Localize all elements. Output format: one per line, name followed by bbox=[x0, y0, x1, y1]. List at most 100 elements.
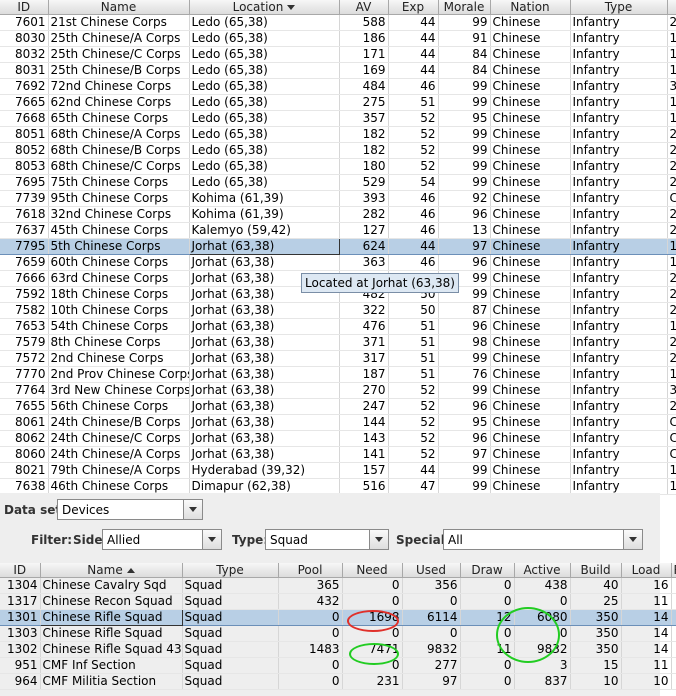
column-header-morale[interactable]: Morale bbox=[438, 0, 491, 15]
unit-row[interactable]: 8051 68th Chinese/A Corps Ledo (65,38) 182 5… bbox=[0, 126, 676, 143]
device-row[interactable]: 1301 Chinese Rifle Squad Squad 0 1698 6114 12 6… bbox=[0, 609, 676, 626]
cell-need: 0 bbox=[342, 657, 403, 674]
column-header-exp[interactable]: Exp bbox=[388, 0, 439, 15]
unit-row[interactable]: 7655 56th Chinese Corps Jorhat (63,38) 247 5… bbox=[0, 398, 676, 415]
unit-row[interactable]: 8060 24th Chinese/A Corps Jorhat (63,38) 14… bbox=[0, 446, 676, 463]
cell-type: Infantry bbox=[570, 142, 668, 159]
column-header-location[interactable]: Location bbox=[189, 0, 340, 15]
cell-morale: 99 bbox=[438, 14, 491, 31]
unit-row[interactable]: 8031 25th Chinese/B Corps Ledo (65,38) 169 4… bbox=[0, 62, 676, 79]
unit-row[interactable]: 7668 65th Chinese Corps Ledo (65,38) 357 52 9… bbox=[0, 110, 676, 127]
cell-name: Chinese Recon Squad bbox=[40, 593, 183, 610]
cell-extra: 16 bbox=[667, 366, 676, 383]
chevron-down-icon[interactable] bbox=[623, 530, 642, 549]
cell-load: 14 bbox=[621, 641, 672, 658]
unit-row[interactable]: 7659 60th Chinese Corps Jorhat (63,38) 363 4… bbox=[0, 254, 676, 271]
column-header-av[interactable]: AV bbox=[339, 0, 389, 15]
cell-draw: 0 bbox=[460, 625, 515, 642]
unit-row[interactable]: 7692 72nd Chinese Corps Ledo (65,38) 484 46 9… bbox=[0, 78, 676, 95]
column-header-type[interactable]: Type bbox=[182, 563, 279, 578]
cell-morale: 99 bbox=[438, 462, 491, 479]
cell-type: Infantry bbox=[570, 398, 668, 415]
cell-extra: 19 bbox=[667, 478, 676, 495]
column-header-id[interactable]: ID bbox=[0, 563, 41, 578]
column-header-type[interactable]: Type bbox=[570, 0, 668, 15]
cell-id: 7601 bbox=[0, 14, 49, 31]
cell-location: Jorhat (63,38) bbox=[189, 318, 340, 335]
column-header-r[interactable]: R bbox=[671, 563, 676, 578]
dataset-select[interactable]: Devices bbox=[57, 499, 203, 520]
unit-row[interactable]: 8032 25th Chinese/C Corps Ledo (65,38) 171 4… bbox=[0, 46, 676, 63]
cell-extra: 11 bbox=[667, 318, 676, 335]
device-row[interactable]: 1302 Chinese Rifle Squad 43 Squad 1483 7471 9… bbox=[0, 641, 676, 658]
column-header-pool[interactable]: Pool bbox=[278, 563, 343, 578]
unit-row[interactable]: 8062 24th Chinese/C Corps Jorhat (63,38) 14… bbox=[0, 430, 676, 447]
cell-type: Infantry bbox=[570, 126, 668, 143]
cell-extra: 12 bbox=[667, 30, 676, 47]
unit-row[interactable]: 7582 10th Chinese Corps Jorhat (63,38) 322 5… bbox=[0, 302, 676, 319]
column-header-build[interactable]: Build bbox=[570, 563, 622, 578]
column-header-name[interactable]: Name bbox=[48, 0, 190, 15]
unit-row[interactable]: 7739 95th Chinese Corps Kohima (61,39) 393 4… bbox=[0, 190, 676, 207]
cell-type: Infantry bbox=[570, 110, 668, 127]
device-row[interactable]: 1304 Chinese Cavalry Sqd Squad 365 0 356 0 438 4… bbox=[0, 577, 676, 594]
chevron-down-icon[interactable] bbox=[369, 530, 388, 549]
cell-av: 357 bbox=[339, 110, 389, 127]
device-row[interactable]: 1303 Chinese Rifle Squad Squad 0 0 0 0 0 350 14 bbox=[0, 625, 676, 642]
cell-nation: Chinese bbox=[490, 206, 571, 223]
chevron-down-icon[interactable] bbox=[183, 500, 202, 519]
unit-row[interactable]: 8061 24th Chinese/B Corps Jorhat (63,38) 14… bbox=[0, 414, 676, 431]
special-select[interactable]: All bbox=[443, 529, 643, 550]
device-row[interactable]: 964 CMF Militia Section Squad 0 231 97 0 837 10 1… bbox=[0, 673, 676, 690]
device-row[interactable]: 951 CMF Inf Section Squad 0 0 277 0 3 15 11 bbox=[0, 657, 676, 674]
cell-id: 7579 bbox=[0, 334, 49, 351]
cell-extra: 26 bbox=[667, 222, 676, 239]
cell-morale: 96 bbox=[438, 398, 491, 415]
unit-row[interactable]: 8053 68th Chinese/C Corps Ledo (65,38) 180 5… bbox=[0, 158, 676, 175]
cell-nation: Chinese bbox=[490, 222, 571, 239]
cell-morale: 99 bbox=[438, 350, 491, 367]
cell-type: Squad bbox=[182, 593, 279, 610]
unit-row[interactable]: 7579 8th Chinese Corps Jorhat (63,38) 371 51… bbox=[0, 334, 676, 351]
cell-used: 6114 bbox=[402, 609, 461, 626]
cell-nation: Chinese bbox=[490, 398, 571, 415]
unit-row[interactable]: 7795 5th Chinese Corps Jorhat (63,38) 624 44… bbox=[0, 238, 676, 255]
chevron-down-icon[interactable] bbox=[202, 530, 221, 549]
cell-id: 1304 bbox=[0, 577, 41, 594]
cell-pool: 0 bbox=[278, 657, 343, 674]
column-header-need[interactable]: Need bbox=[342, 563, 403, 578]
device-row[interactable]: 1317 Chinese Recon Squad Squad 432 0 0 0 0 25 11 bbox=[0, 593, 676, 610]
unit-row[interactable]: 7695 75th Chinese Corps Ledo (65,38) 529 54 9… bbox=[0, 174, 676, 191]
unit-row[interactable]: 7618 32nd Chinese Corps Kohima (61,39) 282 4… bbox=[0, 206, 676, 223]
unit-row[interactable]: 7572 2nd Chinese Corps Jorhat (63,38) 317 51… bbox=[0, 350, 676, 367]
cell-exp: 44 bbox=[388, 46, 439, 63]
cell-extra: 3r bbox=[667, 382, 676, 399]
column-header-nation[interactable]: Nation bbox=[490, 0, 571, 15]
unit-row[interactable]: 7601 21st Chinese Corps Ledo (65,38) 588 44 9… bbox=[0, 14, 676, 31]
column-header-extra[interactable] bbox=[667, 0, 676, 15]
column-header-load[interactable]: Load bbox=[621, 563, 672, 578]
column-header-used[interactable]: Used bbox=[402, 563, 461, 578]
cell-active: 0 bbox=[514, 625, 571, 642]
type-select[interactable]: Squad bbox=[265, 529, 389, 550]
unit-row[interactable]: 7665 62nd Chinese Corps Ledo (65,38) 275 51 9… bbox=[0, 94, 676, 111]
unit-row[interactable]: 8030 25th Chinese/A Corps Ledo (65,38) 186 4… bbox=[0, 30, 676, 47]
cell-name: Chinese Rifle Squad bbox=[40, 625, 183, 642]
cell-id: 7795 bbox=[0, 238, 49, 255]
cell-extra: 29 bbox=[667, 302, 676, 319]
cell-location: Ledo (65,38) bbox=[189, 158, 340, 175]
unit-row[interactable]: 8052 68th Chinese/B Corps Ledo (65,38) 182 5… bbox=[0, 142, 676, 159]
unit-row[interactable]: 8021 79th Chinese/A Corps Hyderabad (39,32… bbox=[0, 462, 676, 479]
column-header-id[interactable]: ID bbox=[0, 0, 49, 15]
unit-row[interactable]: 7653 54th Chinese Corps Jorhat (63,38) 476 5… bbox=[0, 318, 676, 335]
column-header-active[interactable]: Active bbox=[514, 563, 571, 578]
side-select[interactable]: Allied bbox=[102, 529, 222, 550]
cell-morale: 87 bbox=[438, 302, 491, 319]
unit-row[interactable]: 7770 2nd Prov Chinese Corps Jorhat (63,38)… bbox=[0, 366, 676, 383]
unit-row[interactable]: 7637 45th Chinese Corps Kalemyo (59,42) 127… bbox=[0, 222, 676, 239]
column-header-name[interactable]: Name bbox=[40, 563, 183, 578]
cell-type: Infantry bbox=[570, 302, 668, 319]
column-header-draw[interactable]: Draw bbox=[460, 563, 515, 578]
cell-type: Infantry bbox=[570, 366, 668, 383]
unit-row[interactable]: 7764 3rd New Chinese Corps Jorhat (63,38) 2… bbox=[0, 382, 676, 399]
